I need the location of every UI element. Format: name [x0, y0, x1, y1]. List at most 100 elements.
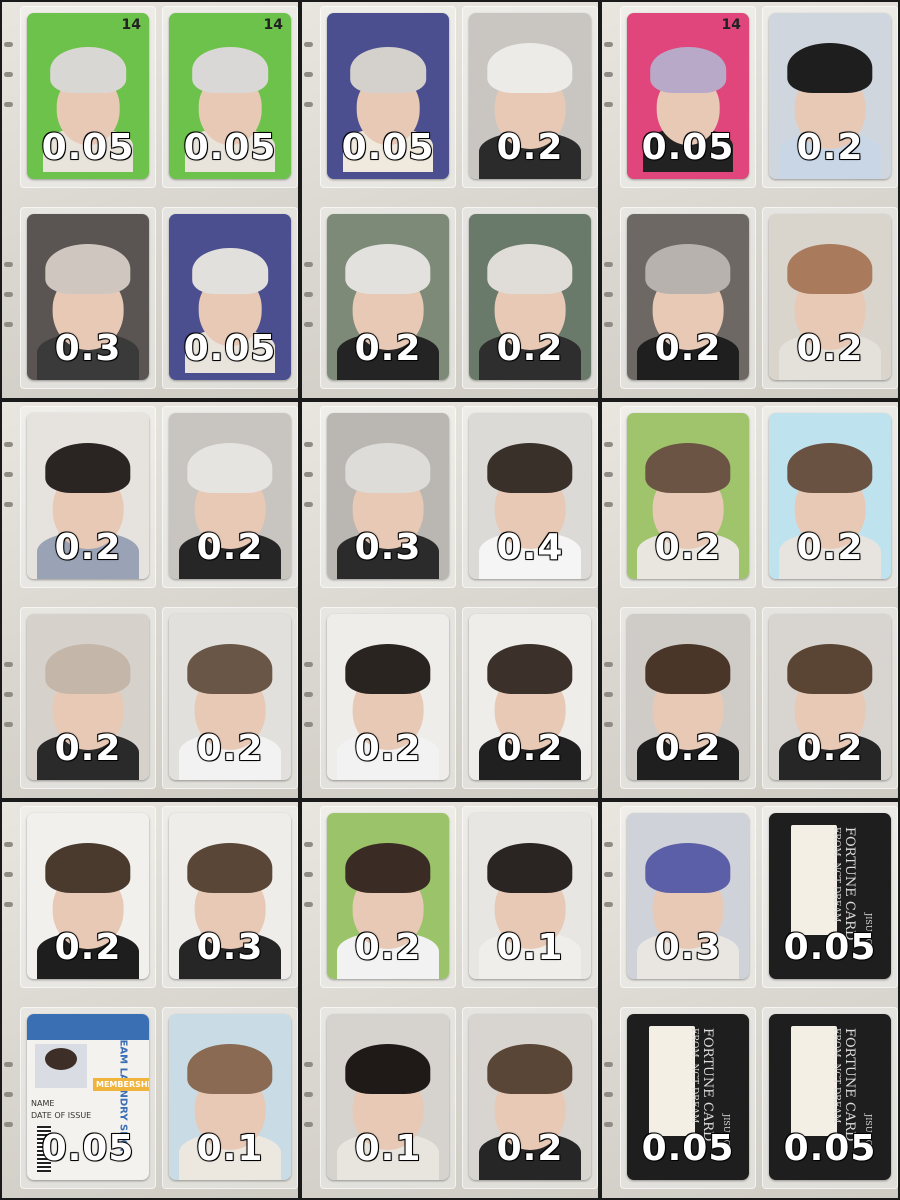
portrait-hair	[50, 47, 126, 93]
card-sleeve[interactable]: 0.1	[462, 806, 598, 988]
card-sleeve[interactable]: 0.2	[462, 207, 598, 389]
card-sleeve[interactable]: 0.2	[762, 406, 898, 588]
card-sleeve[interactable]: 0.3	[20, 207, 156, 389]
binder-ring-icon	[4, 902, 13, 907]
card-sleeve[interactable]: DREAM LAUNDRY SHOPNAMEDATE OF ISSUEMEMBE…	[20, 1007, 156, 1189]
card-sleeve[interactable]: 0.2	[462, 1007, 598, 1189]
binder-ring-icon	[304, 72, 313, 77]
card-sleeve[interactable]: 0.2	[462, 607, 598, 789]
price-label: 0.2	[354, 727, 422, 770]
binder-page: 14 0.05 0.2 0.2 0.2	[600, 0, 900, 400]
binder-ring-icon	[604, 662, 613, 667]
binder-ring-icon	[604, 692, 613, 697]
binder-ring-icon	[4, 42, 13, 47]
binder-ring-icon	[4, 442, 13, 447]
binder-ring-icon	[604, 42, 613, 47]
card-sleeve[interactable]: 0.2	[620, 406, 756, 588]
binder-rings	[604, 802, 614, 1198]
portrait-hair	[487, 643, 573, 694]
portrait-hair	[187, 442, 273, 493]
card-sleeve[interactable]: 0.1	[162, 1007, 298, 1189]
price-label: 0.3	[196, 926, 264, 969]
portrait-hair	[45, 442, 131, 493]
card-sleeve[interactable]: 0.2	[762, 207, 898, 389]
card-sleeve[interactable]: 0.2	[762, 607, 898, 789]
portrait-hair	[345, 442, 431, 493]
card-sleeve[interactable]: 0.05	[320, 6, 456, 188]
price-label: 0.2	[196, 526, 264, 569]
binder-ring-icon	[604, 902, 613, 907]
card-sleeve[interactable]: 0.2	[620, 207, 756, 389]
binder-ring-icon	[604, 102, 613, 107]
card-sleeve[interactable]: 14 0.05	[162, 6, 298, 188]
portrait-hair	[187, 1043, 273, 1094]
card-sleeve[interactable]: 0.3	[320, 406, 456, 588]
card-sleeve[interactable]: FORTUNE CARD FROM. NCT DREAM JISUNG 0.05	[620, 1007, 756, 1189]
price-label: 0.2	[496, 1127, 564, 1170]
binder-ring-icon	[304, 872, 313, 877]
card-sleeve[interactable]: 0.2	[20, 806, 156, 988]
card-sleeve[interactable]: 0.2	[162, 406, 298, 588]
card-sleeve[interactable]: 0.2	[462, 6, 598, 188]
binder-page: 0.2 0.3 DREAM LAUNDRY SHOPNAMEDATE OF ISSU…	[0, 800, 300, 1200]
binder-ring-icon	[304, 1092, 313, 1097]
card-number-badge: 14	[121, 17, 141, 33]
card-sleeve[interactable]: 0.05	[162, 207, 298, 389]
binder-ring-icon	[304, 472, 313, 477]
card-sleeve[interactable]: 0.2	[162, 607, 298, 789]
binder-page: 0.2 0.2 0.2 0.2	[600, 400, 900, 800]
binder-rings	[604, 402, 614, 798]
binder-ring-icon	[304, 842, 313, 847]
binder-collage: 14 0.05 14 0.05 0.3 0.05 0.05 0.2 0.2 0.2 14 0.05 0.…	[0, 0, 900, 1200]
binder-ring-icon	[604, 322, 613, 327]
card-sleeve[interactable]: 0.2	[20, 406, 156, 588]
price-label: 0.4	[496, 526, 564, 569]
price-label: 0.2	[496, 727, 564, 770]
binder-ring-icon	[604, 292, 613, 297]
binder-ring-icon	[4, 1092, 13, 1097]
card-sleeve[interactable]: 0.2	[620, 607, 756, 789]
card-sleeve[interactable]: 0.4	[462, 406, 598, 588]
card-sleeve[interactable]: 0.2	[320, 607, 456, 789]
card-number-badge: 14	[263, 17, 283, 33]
price-label: 0.05	[641, 1127, 735, 1170]
card-sleeve[interactable]: 0.2	[320, 806, 456, 988]
card-number-badge: 14	[721, 17, 741, 33]
price-label: 0.2	[54, 526, 122, 569]
binder-ring-icon	[604, 262, 613, 267]
price-label: 0.2	[654, 727, 722, 770]
price-label: 0.2	[796, 526, 864, 569]
portrait-hair	[345, 643, 431, 694]
card-sleeve[interactable]: 0.2	[20, 607, 156, 789]
card-sleeve[interactable]: 14 0.05	[20, 6, 156, 188]
card-sleeve[interactable]: 0.2	[762, 6, 898, 188]
binder-ring-icon	[604, 1062, 613, 1067]
price-label: 0.2	[54, 926, 122, 969]
fortune-title: FORTUNE CARD	[700, 1028, 715, 1142]
fortune-subtitle: FROM. NCT DREAM	[689, 1028, 699, 1124]
price-label: 0.05	[783, 1127, 877, 1170]
binder-ring-icon	[604, 872, 613, 877]
portrait-hair	[650, 47, 726, 93]
card-sleeve[interactable]: FORTUNE CARD FROM. NCT DREAM JISUNG 0.05	[762, 1007, 898, 1189]
card-sleeve[interactable]: 0.2	[320, 207, 456, 389]
id-card-field-label: NAME	[31, 1099, 55, 1108]
binder-ring-icon	[4, 872, 13, 877]
binder-page: 0.2 0.2 0.2 0.2	[0, 400, 300, 800]
price-label: 0.05	[183, 327, 277, 370]
card-sleeve[interactable]: 0.3	[620, 806, 756, 988]
binder-ring-icon	[304, 322, 313, 327]
price-label: 0.2	[196, 727, 264, 770]
binder-page: 0.2 0.1 0.1 0.2	[300, 800, 600, 1200]
price-label: 0.3	[654, 926, 722, 969]
price-label: 0.05	[41, 126, 135, 169]
price-label: 0.2	[496, 126, 564, 169]
card-sleeve[interactable]: 0.1	[320, 1007, 456, 1189]
card-sleeve[interactable]: 0.3	[162, 806, 298, 988]
price-label: 0.1	[354, 1127, 422, 1170]
card-sleeve[interactable]: 14 0.05	[620, 6, 756, 188]
binder-ring-icon	[604, 472, 613, 477]
binder-ring-icon	[604, 442, 613, 447]
id-card-photo	[35, 1044, 87, 1088]
card-sleeve[interactable]: FORTUNE CARD FROM. NCT DREAM JISUNG 0.05	[762, 806, 898, 988]
